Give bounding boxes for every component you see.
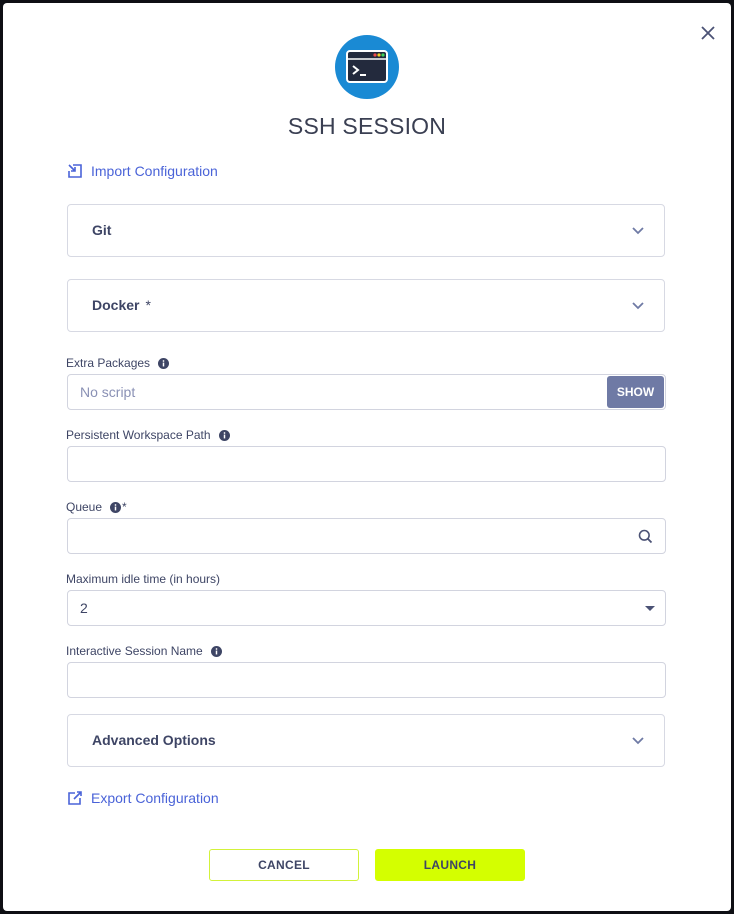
terminal-window-icon [335,35,399,99]
docker-section-label-wrap: Docker * [92,297,151,313]
workspace-path-label: Persistent Workspace Path [66,428,211,442]
session-name-input[interactable] [67,662,666,698]
git-section-label: Git [92,222,112,238]
queue-input[interactable] [67,518,666,554]
advanced-options-section[interactable]: Advanced Options [67,714,665,767]
close-icon [701,26,715,40]
dialog-title: SSH SESSION [287,113,447,139]
close-button[interactable] [698,23,718,43]
chevron-down-icon [632,737,644,745]
ssh-session-dialog: SSH SESSION Import Configuration Git Doc… [3,3,731,911]
docker-section[interactable]: Docker * [67,279,665,332]
info-icon[interactable] [110,501,122,513]
show-script-button[interactable]: SHOW [607,376,664,408]
required-mark: * [122,500,127,514]
extra-packages-label-row: Extra Packages [66,356,170,370]
import-configuration-link[interactable]: Import Configuration [67,163,218,179]
search-icon[interactable] [638,529,653,544]
extra-packages-label: Extra Packages [66,356,151,370]
required-mark: * [145,297,151,313]
chevron-down-icon [632,227,644,235]
export-icon [68,791,82,805]
queue-label-row: Queue * [66,500,127,514]
import-icon [68,164,82,178]
session-name-label: Interactive Session Name [66,644,203,658]
queue-label: Queue [66,500,103,514]
extra-packages-placeholder: No script [80,384,136,400]
launch-button[interactable]: LAUNCH [375,849,525,881]
info-icon[interactable] [218,429,230,441]
git-section[interactable]: Git [67,204,665,257]
dropdown-caret-icon [645,606,655,611]
extra-packages-field[interactable]: No script SHOW [67,374,666,410]
idle-time-value: 2 [80,600,88,616]
export-configuration-link[interactable]: Export Configuration [67,790,219,806]
idle-time-label: Maximum idle time (in hours) [66,572,221,586]
workspace-path-label-row: Persistent Workspace Path [66,428,230,442]
export-configuration-label: Export Configuration [91,790,219,806]
advanced-options-label: Advanced Options [92,732,216,748]
chevron-down-icon [632,302,644,310]
import-configuration-label: Import Configuration [91,163,218,179]
session-name-label-row: Interactive Session Name [66,644,222,658]
info-icon[interactable] [158,357,170,369]
workspace-path-input[interactable] [67,446,666,482]
idle-time-select[interactable]: 2 [67,590,666,626]
idle-time-label-row: Maximum idle time (in hours) [66,572,220,586]
docker-section-label: Docker [92,297,140,313]
info-icon[interactable] [210,645,222,657]
cancel-button[interactable]: CANCEL [209,849,359,881]
